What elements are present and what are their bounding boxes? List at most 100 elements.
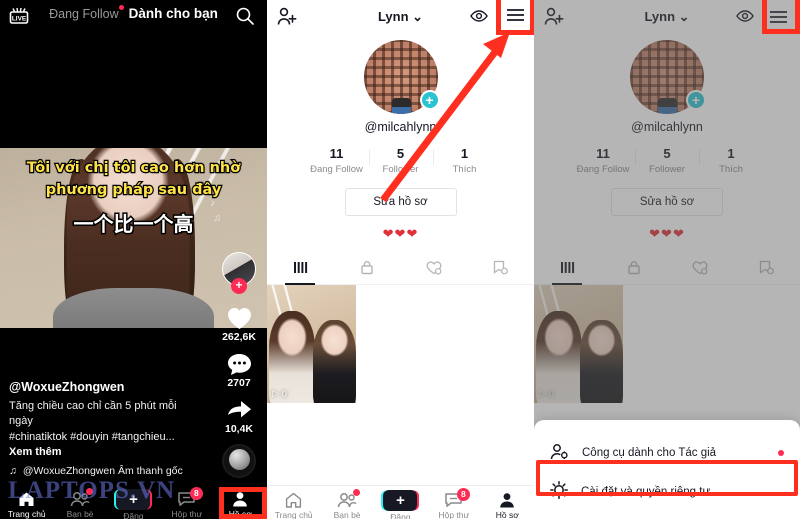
stat-following-value: 11 xyxy=(329,146,344,161)
profile-display-name-text: Lynn xyxy=(377,9,409,24)
tab-liked[interactable] xyxy=(401,256,468,284)
profile-topbar: Lynn ⌄ xyxy=(267,0,534,34)
nav-label-post: Đăng xyxy=(390,512,411,519)
music-note-icon: ♫ xyxy=(9,465,17,477)
feed-caption-block: @WoxueZhongwen Tăng chiều cao chỉ cần 5 … xyxy=(9,380,199,477)
grid-videos-icon xyxy=(293,261,308,279)
nav-item-profile[interactable]: Hồ sơ xyxy=(214,489,266,519)
creator-tools-icon xyxy=(550,443,569,463)
stat-following[interactable]: 11 Đang Follow xyxy=(305,146,369,175)
nav-item-post[interactable]: Đăng xyxy=(107,489,159,519)
nav-label-home: Trang chủ xyxy=(7,509,46,519)
stat-followers-value: 5 xyxy=(396,146,405,161)
avatar[interactable]: + xyxy=(363,40,440,114)
feed-hashtags[interactable]: #chinatiktok #douyin #tangchieu... xyxy=(9,431,175,443)
nav-item-inbox[interactable]: 8 Hộp thư xyxy=(161,487,213,519)
play-icon: ▷ xyxy=(272,388,279,398)
profile-display-name[interactable]: Lynn ⌄ xyxy=(378,9,423,25)
lock-private-icon xyxy=(360,260,374,280)
creator-avatar-button[interactable]: + xyxy=(222,252,256,294)
edit-profile-button[interactable]: Sửa hồ sơ xyxy=(344,188,457,216)
comment-count: 2707 xyxy=(227,377,251,389)
nav-item-home[interactable]: Trang chủ xyxy=(1,489,53,519)
comment-button[interactable]: 2707 xyxy=(217,352,261,389)
panel-profile-with-menu-sheet: Lynn ⌄ + @milcahlynn 11 Đang Follow 5 Fo… xyxy=(534,0,800,519)
music-note-icon-float-1: ♪ xyxy=(210,198,215,209)
profile-tabs xyxy=(267,256,534,285)
chevron-down-icon: ⌄ xyxy=(412,9,424,24)
music-disc-icon[interactable] xyxy=(222,444,256,478)
feed-topbar: LIVE Đang Follow Dành cho bạn xyxy=(0,0,267,34)
tab-for-you[interactable]: Dành cho bạn xyxy=(129,6,218,21)
profile-stats: 11 Đang Follow 5 Follower 1 Thích xyxy=(267,146,534,175)
tab-private[interactable] xyxy=(334,256,401,284)
thumbnail-subject-right xyxy=(313,320,356,403)
nav-inbox-badge: 8 xyxy=(189,487,203,500)
feed-music-row[interactable]: ♫ @WoxueZhongwen Âm thanh gốc xyxy=(9,465,199,477)
avatar-add-icon[interactable]: + xyxy=(419,90,440,110)
video-thumbnail[interactable]: ▷ 0 xyxy=(267,285,356,403)
thumbnail-play-stat: ▷ 0 xyxy=(272,388,287,399)
grid-empty-space xyxy=(356,285,534,403)
feed-see-more-link[interactable]: Xem thêm xyxy=(9,446,62,458)
nav-item-post[interactable]: Đăng xyxy=(374,490,426,519)
inbox-icon xyxy=(428,490,480,509)
music-note-icon-float-2: ♫ xyxy=(213,213,222,224)
nav-label-inbox: Hộp thư xyxy=(171,509,203,519)
profile-icon xyxy=(214,489,266,508)
bottom-nav-feed: Trang chủ Bạn bè Đăng xyxy=(0,485,267,519)
nav-label-profile: Hồ sơ xyxy=(228,509,252,519)
feed-description-text: Tăng chiều cao chỉ cần 5 phút mỗi ngày xyxy=(9,399,177,428)
bottom-nav-profile: Trang chủ Bạn bè Đăng xyxy=(267,485,534,519)
tab-following[interactable]: Đang Follow xyxy=(49,4,124,21)
feed-tab-group: Đang Follow Dành cho bạn xyxy=(0,4,267,21)
nav-label-inbox: Hộp thư xyxy=(438,510,470,519)
add-user-icon[interactable] xyxy=(277,7,298,31)
eye-icon[interactable] xyxy=(470,9,488,28)
share-button[interactable]: 10,4K xyxy=(217,398,261,435)
inbox-icon xyxy=(161,489,213,508)
nav-item-home[interactable]: Trang chủ xyxy=(268,490,320,519)
feed-creator-username[interactable]: @WoxueZhongwen xyxy=(9,380,199,394)
like-button[interactable]: 262,6K xyxy=(217,306,261,343)
friends-icon xyxy=(321,490,373,509)
home-icon xyxy=(1,489,53,508)
follow-plus-button[interactable]: + xyxy=(231,278,247,294)
share-icon xyxy=(217,398,261,426)
heart-liked-icon xyxy=(426,260,442,280)
nav-label-friends: Bạn bè xyxy=(66,509,94,519)
stat-following-label: Đang Follow xyxy=(310,164,363,175)
profile-handle: @milcahlynn xyxy=(364,120,437,134)
nav-item-friends[interactable]: Bạn bè xyxy=(54,488,106,519)
plus-post-icon[interactable] xyxy=(116,489,151,510)
feed-description: Tăng chiều cao chỉ cần 5 phút mỗi ngày #… xyxy=(9,399,199,461)
gear-icon xyxy=(550,481,568,502)
nav-label-friends: Bạn bè xyxy=(333,510,361,519)
three-panel-tutorial-screenshot: LIVE Đang Follow Dành cho bạn Tôi với ch… xyxy=(0,0,800,519)
share-count: 10,4K xyxy=(224,423,254,435)
panel-profile-with-arrow: Lynn ⌄ + @milcahlynn 11 Đang Follow 5 Fo… xyxy=(267,0,534,519)
nav-item-inbox[interactable]: 8 Hộp thư xyxy=(428,488,480,519)
highlighted-hamburger-icon[interactable] xyxy=(496,0,534,35)
tab-repost[interactable] xyxy=(467,256,534,284)
profile-icon xyxy=(481,490,533,509)
sheet-item-settings-privacy[interactable]: Cài đặt và quyền riêng tư xyxy=(534,472,800,511)
stat-likes[interactable]: 1 Thích xyxy=(432,146,497,175)
sheet-item-creator-tools[interactable]: Công cụ dành cho Tác giả xyxy=(534,434,800,472)
sheet-creator-tools-dot-badge xyxy=(778,450,784,456)
plus-post-icon[interactable] xyxy=(383,490,418,511)
like-count: 262,6K xyxy=(222,331,256,343)
stat-followers[interactable]: 5 Follower xyxy=(368,146,433,175)
stat-likes-label: Thích xyxy=(452,164,477,175)
nav-label-profile: Hồ sơ xyxy=(495,510,519,519)
tab-videos[interactable] xyxy=(267,256,334,284)
sheet-item-creator-tools-label: Công cụ dành cho Tác giả xyxy=(582,447,717,459)
search-icon[interactable] xyxy=(235,6,255,26)
menu-bottom-sheet: Công cụ dành cho Tác giả Cài đặt và quyề… xyxy=(534,420,800,519)
video-subject-shirt xyxy=(53,288,214,328)
play-count: 0 xyxy=(281,388,287,399)
nav-item-profile[interactable]: Hồ sơ xyxy=(481,490,533,519)
nav-label-home: Trang chủ xyxy=(274,510,313,519)
feed-action-rail: + 262,6K 2707 10,4K xyxy=(217,252,261,478)
nav-item-friends[interactable]: Bạn bè xyxy=(321,489,373,519)
